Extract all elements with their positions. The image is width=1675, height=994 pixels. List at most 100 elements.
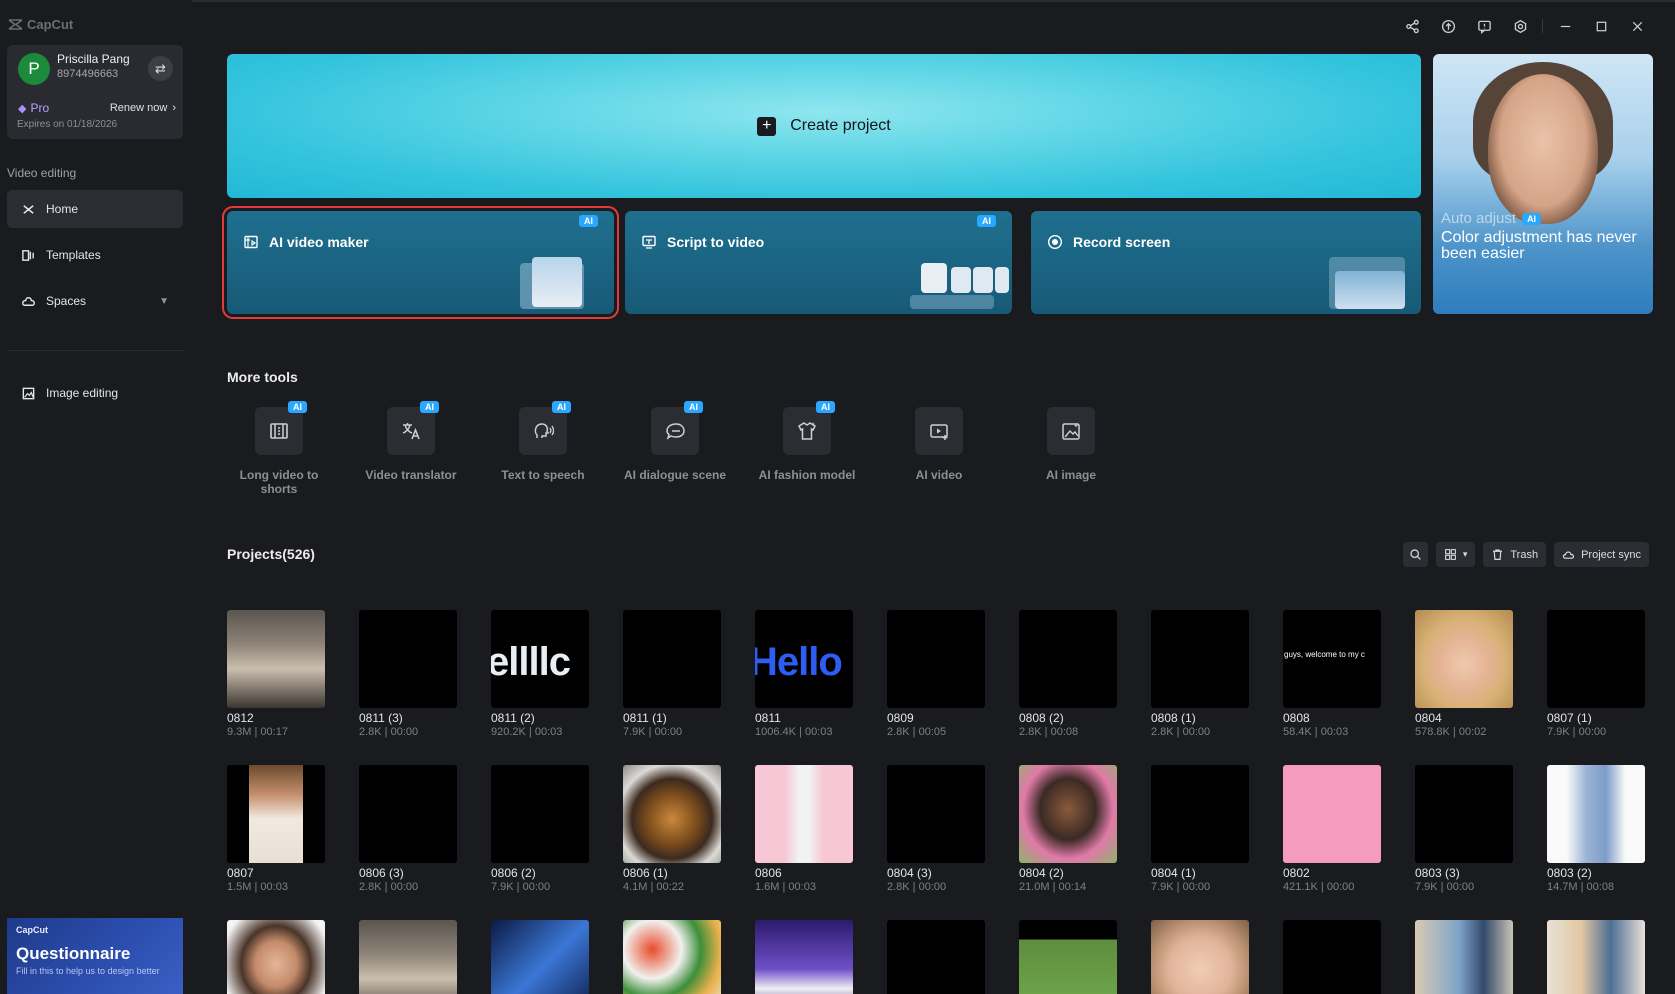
project-thumbnail[interactable] bbox=[227, 765, 325, 863]
project-thumbnail[interactable] bbox=[1019, 920, 1117, 994]
project-card[interactable]: 08071.5M | 00:03 bbox=[227, 765, 325, 894]
tool-icon-box[interactable]: AI bbox=[387, 407, 435, 455]
questionnaire-banner[interactable]: CapCut Questionnaire Fill in this to hel… bbox=[7, 918, 183, 994]
project-thumbnail[interactable] bbox=[1283, 765, 1381, 863]
project-thumbnail[interactable] bbox=[491, 765, 589, 863]
ai-video-maker-card[interactable]: AI video maker AI bbox=[227, 211, 614, 314]
project-card[interactable]: 08129.3M | 00:17 bbox=[227, 610, 325, 739]
project-thumbnail[interactable] bbox=[755, 765, 853, 863]
tool-translate[interactable]: AIVideo translator bbox=[345, 407, 477, 482]
create-project-button[interactable]: + Create project bbox=[227, 54, 1421, 198]
user-card[interactable]: P Priscilla Pang 8974496663 ⇄ ◆ Pro Rene… bbox=[7, 45, 183, 139]
avatar[interactable]: P bbox=[18, 53, 50, 85]
tool-dialogue[interactable]: AIAI dialogue scene bbox=[609, 407, 741, 482]
project-card[interactable]: 0802421.1K | 00:00 bbox=[1283, 765, 1381, 894]
project-card[interactable]: guys, welcome to my c080858.4K | 00:03 bbox=[1283, 610, 1381, 739]
project-thumbnail[interactable] bbox=[1547, 610, 1645, 708]
tool-fashion[interactable]: AIAI fashion model bbox=[741, 407, 873, 482]
project-card[interactable]: 0807 (1)7.9K | 00:00 bbox=[1547, 610, 1645, 739]
tool-icon-box[interactable]: AI bbox=[255, 407, 303, 455]
project-thumbnail[interactable] bbox=[1151, 765, 1249, 863]
project-card[interactable]: 0802 (2) bbox=[623, 920, 721, 994]
project-card[interactable]: 0730 bbox=[1151, 920, 1249, 994]
project-thumbnail[interactable] bbox=[623, 920, 721, 994]
project-thumbnail[interactable] bbox=[887, 765, 985, 863]
trash-button[interactable]: Trash bbox=[1483, 542, 1546, 567]
caret-down-icon[interactable]: ▼ bbox=[159, 296, 169, 307]
project-card[interactable]: 0808 (1)2.8K | 00:00 bbox=[1151, 610, 1249, 739]
project-card[interactable]: ellllc0811 (2)920.2K | 00:03 bbox=[491, 610, 589, 739]
share-button[interactable] bbox=[1394, 14, 1430, 38]
project-card[interactable]: 08061.6M | 00:03 bbox=[755, 765, 853, 894]
upload-button[interactable] bbox=[1430, 14, 1466, 38]
project-card[interactable]: Hello08111006.4K | 00:03 bbox=[755, 610, 853, 739]
project-thumbnail[interactable] bbox=[755, 920, 853, 994]
project-card[interactable]: 0804578.8K | 00:02 bbox=[1415, 610, 1513, 739]
project-card[interactable]: 0811 (1)7.9K | 00:00 bbox=[623, 610, 721, 739]
project-thumbnail[interactable]: guys, welcome to my c bbox=[1283, 610, 1381, 708]
project-card[interactable]: 0731 (2) bbox=[1283, 920, 1381, 994]
project-thumbnail[interactable] bbox=[1415, 610, 1513, 708]
project-thumbnail[interactable] bbox=[359, 765, 457, 863]
project-thumbnail[interactable] bbox=[1283, 920, 1381, 994]
project-sync-button[interactable]: Project sync bbox=[1554, 542, 1649, 567]
project-thumbnail[interactable] bbox=[887, 610, 985, 708]
project-card[interactable]: 0804 (3)2.8K | 00:00 bbox=[887, 765, 985, 894]
tool-icon-box[interactable]: AI bbox=[519, 407, 567, 455]
project-card[interactable]: 0803 (2)14.7M | 00:08 bbox=[1547, 765, 1645, 894]
project-card[interactable]: 0806 (3)2.8K | 00:00 bbox=[359, 765, 457, 894]
project-card[interactable]: 0801 bbox=[1019, 920, 1117, 994]
project-thumbnail[interactable] bbox=[1151, 610, 1249, 708]
project-card[interactable]: 0804 (1)7.9K | 00:00 bbox=[1151, 765, 1249, 894]
minimize-button[interactable] bbox=[1547, 14, 1583, 38]
settings-button[interactable] bbox=[1502, 14, 1538, 38]
search-button[interactable] bbox=[1403, 542, 1428, 567]
promo-banner[interactable]: Auto adjust AI Color adjustment has neve… bbox=[1433, 54, 1653, 314]
project-thumbnail[interactable] bbox=[359, 920, 457, 994]
project-thumbnail[interactable] bbox=[1415, 920, 1513, 994]
project-thumbnail[interactable] bbox=[1019, 765, 1117, 863]
project-thumbnail[interactable]: Hello bbox=[755, 610, 853, 708]
tool-speech[interactable]: AIText to speech bbox=[477, 407, 609, 482]
project-thumbnail[interactable] bbox=[1547, 920, 1645, 994]
project-card[interactable]: 0728 (1) bbox=[1415, 920, 1513, 994]
sidebar-item-home[interactable]: Home bbox=[7, 190, 183, 228]
project-card[interactable]: 0804 (2)21.0M | 00:14 bbox=[1019, 765, 1117, 894]
project-thumbnail[interactable] bbox=[1019, 610, 1117, 708]
project-card[interactable]: most people neglect0803 (1) bbox=[227, 920, 325, 994]
tool-ai-image[interactable]: AI image bbox=[1005, 407, 1137, 482]
close-button[interactable] bbox=[1619, 14, 1655, 38]
project-thumbnail[interactable]: most people neglect bbox=[227, 920, 325, 994]
project-card[interactable]: 0806 (2)7.9K | 00:00 bbox=[491, 765, 589, 894]
project-thumbnail[interactable] bbox=[1547, 765, 1645, 863]
sidebar-item-templates[interactable]: Templates bbox=[7, 236, 183, 274]
project-card[interactable]: 0729 bbox=[491, 920, 589, 994]
renew-now-link[interactable]: Renew now › bbox=[110, 102, 176, 114]
sidebar-item-image-editing[interactable]: Image editing bbox=[7, 374, 183, 412]
project-thumbnail[interactable]: ellllc bbox=[491, 610, 589, 708]
project-card[interactable]: 0811 (3)2.8K | 00:00 bbox=[359, 610, 457, 739]
project-card[interactable]: 08092.8K | 00:05 bbox=[887, 610, 985, 739]
tool-icon-box[interactable] bbox=[915, 407, 963, 455]
tool-icon-box[interactable]: AI bbox=[651, 407, 699, 455]
tool-ai-video[interactable]: AI video bbox=[873, 407, 1005, 482]
switch-account-button[interactable]: ⇄ bbox=[148, 56, 173, 81]
feedback-button[interactable] bbox=[1466, 14, 1502, 38]
project-thumbnail[interactable] bbox=[227, 610, 325, 708]
project-thumbnail[interactable] bbox=[359, 610, 457, 708]
project-thumbnail[interactable] bbox=[623, 610, 721, 708]
project-thumbnail[interactable] bbox=[491, 920, 589, 994]
project-thumbnail[interactable] bbox=[1151, 920, 1249, 994]
sidebar-item-spaces[interactable]: Spaces ▼ bbox=[7, 282, 183, 320]
tool-icon-box[interactable] bbox=[1047, 407, 1095, 455]
record-screen-card[interactable]: Record screen bbox=[1031, 211, 1421, 314]
project-card[interactable]: 0801 (1) bbox=[887, 920, 985, 994]
project-thumbnail[interactable] bbox=[623, 765, 721, 863]
tool-long-video[interactable]: AILong video to shorts bbox=[213, 407, 345, 496]
project-card[interactable]: 0803 bbox=[359, 920, 457, 994]
project-card[interactable]: 0728 bbox=[1547, 920, 1645, 994]
project-card[interactable]: 0803 (3)7.9K | 00:00 bbox=[1415, 765, 1513, 894]
script-to-video-card[interactable]: Script to video AI bbox=[625, 211, 1012, 314]
project-thumbnail[interactable] bbox=[887, 920, 985, 994]
project-card[interactable]: 0806 (1)4.1M | 00:22 bbox=[623, 765, 721, 894]
